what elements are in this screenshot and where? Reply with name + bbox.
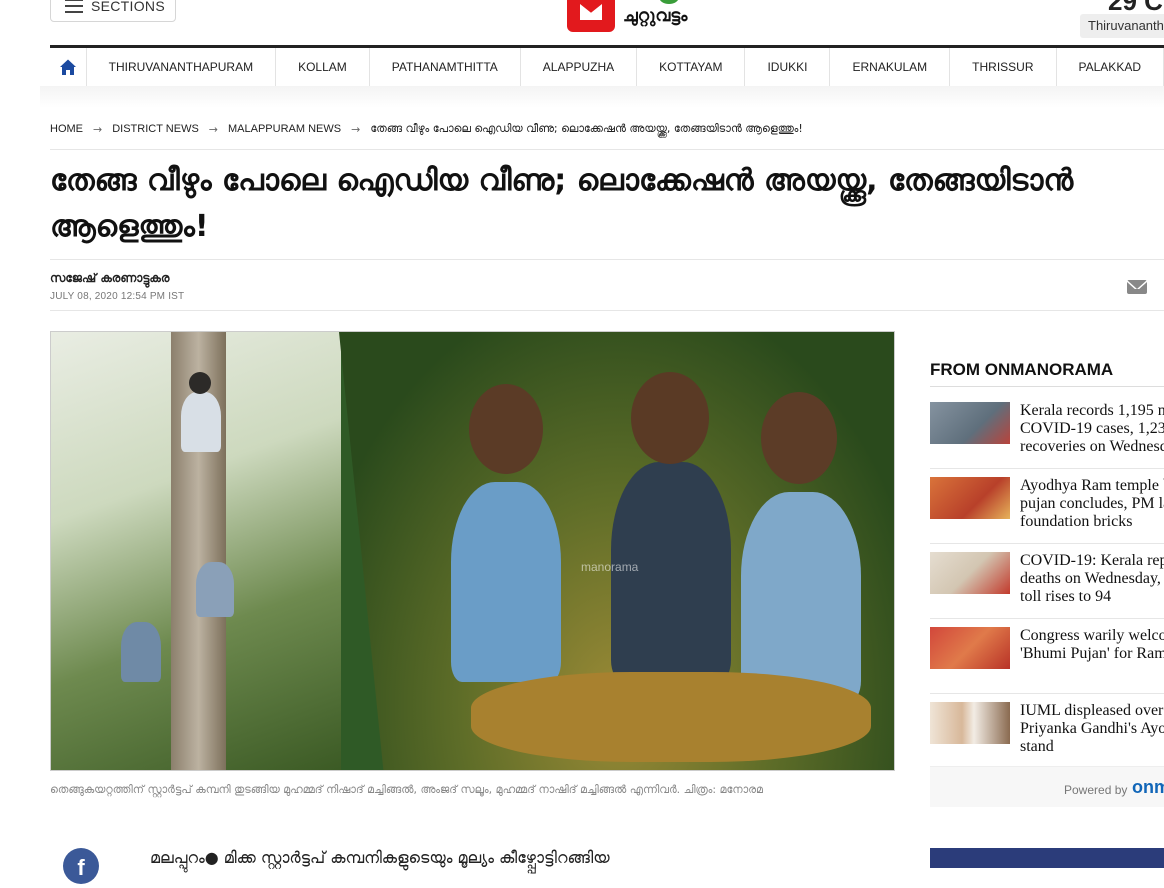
nav-item-alappuzha[interactable]: ALAPPUZHA [521, 48, 638, 86]
nav-item-idukki[interactable]: IDUKKI [745, 48, 831, 86]
story-headline[interactable]: Kerala records 1,195 new COVID-19 cases,… [1020, 402, 1164, 456]
breadcrumb-current: തേങ്ങ വീഴും പോലെ ഐഡിയ വീണു; ലൊക്കേഷൻ അയയ… [370, 122, 803, 135]
author-name[interactable]: സജേഷ് കരണാട്ടുകര [50, 271, 169, 286]
divider [930, 386, 1164, 387]
district-nav: THIRUVANANTHAPURAM KOLLAM PATHANAMTHITTA… [50, 45, 1164, 87]
sidebar-story[interactable]: Kerala records 1,195 new COVID-19 cases,… [930, 394, 1164, 469]
divider [50, 259, 1164, 260]
sidebar-title: FROM ONMANORAMA [930, 360, 1114, 379]
coconut-pile [471, 672, 871, 762]
logo-text: ചുറ്റുവട്ടം [623, 6, 688, 26]
climber-figure [181, 392, 221, 452]
mail-icon[interactable] [1127, 280, 1147, 294]
sidebar-story[interactable]: COVID-19: Kerala reports 4 deaths on Wed… [930, 544, 1164, 619]
person-head [761, 392, 837, 484]
powered-by: Powered by onm [930, 766, 1164, 807]
sidebar-list: Kerala records 1,195 new COVID-19 cases,… [930, 394, 1164, 769]
divider [50, 310, 1164, 311]
story-headline[interactable]: Ayodhya Ram temple bhoomi pujan conclude… [1020, 477, 1164, 531]
climber-head [189, 372, 211, 394]
climber-figure [196, 562, 234, 617]
article-image[interactable]: manorama [50, 331, 895, 771]
headline-line-2: ആളെത്തും! [50, 209, 209, 244]
breadcrumb-district-news[interactable]: DISTRICT NEWS [112, 123, 199, 135]
headline-line-1: തേങ്ങ വീഴും പോലെ ഐഡിയ വീണു; ലൊക്കേഷൻ അയയ… [50, 163, 1074, 198]
nav-item-ernakulam[interactable]: ERNAKULAM [830, 48, 951, 86]
sidebar-ad-banner[interactable] [930, 848, 1164, 868]
story-thumbnail[interactable] [930, 477, 1010, 519]
tree-icon [659, 0, 679, 4]
climber-figure [121, 622, 161, 682]
story-headline[interactable]: Congress warily welcomes 'Bhumi Pujan' f… [1020, 627, 1164, 663]
breadcrumb-malappuram-news[interactable]: MALAPPURAM NEWS [228, 123, 341, 135]
powered-by-label: Powered by [1064, 783, 1128, 797]
nav-item-kottayam[interactable]: KOTTAYAM [637, 48, 746, 86]
story-thumbnail[interactable] [930, 627, 1010, 669]
city-selector[interactable]: Thiruvanantha [1080, 14, 1164, 38]
sidebar-story[interactable]: Congress warily welcomes 'Bhumi Pujan' f… [930, 619, 1164, 694]
story-headline[interactable]: IUML displeased over Priyanka Gandhi's A… [1020, 702, 1164, 756]
facebook-share-icon[interactable]: f [63, 848, 99, 884]
story-thumbnail[interactable] [930, 552, 1010, 594]
sidebar-story[interactable]: IUML displeased over Priyanka Gandhi's A… [930, 694, 1164, 769]
nav-item-pathanamthitta[interactable]: PATHANAMTHITTA [370, 48, 521, 86]
nav-item-thiruvananthapuram[interactable]: THIRUVANANTHAPURAM [87, 48, 277, 86]
page-title: തേങ്ങ വീഴും പോലെ ഐഡിയ വീണു; ലൊക്കേഷൻ അയയ… [50, 158, 1164, 250]
site-logo[interactable]: ചുറ്റുവട്ടം [567, 0, 687, 32]
arrow-right-icon: → [351, 122, 361, 136]
person-figure [451, 482, 561, 682]
story-thumbnail[interactable] [930, 402, 1010, 444]
divider [50, 149, 1164, 150]
person-head [631, 372, 709, 464]
arrow-right-icon: → [93, 122, 103, 136]
sidebar-story[interactable]: Ayodhya Ram temple bhoomi pujan conclude… [930, 469, 1164, 544]
sections-label: SECTIONS [91, 0, 165, 14]
publish-date: JULY 08, 2020 12:54 PM IST [50, 291, 185, 302]
arrow-right-icon: → [208, 122, 219, 136]
person-head [469, 384, 543, 474]
nav-item-kollam[interactable]: KOLLAM [276, 48, 370, 86]
image-caption: തെങ്ങുകയറ്റത്തിന് സ്റ്റാർട്ടപ് കമ്പനി തു… [50, 783, 763, 796]
person-figure [741, 492, 861, 702]
image-watermark: manorama [581, 560, 639, 574]
onmanorama-logo[interactable]: onm [1132, 777, 1164, 798]
sections-button[interactable]: SECTIONS [50, 0, 176, 22]
story-headline[interactable]: COVID-19: Kerala reports 4 deaths on Wed… [1020, 552, 1164, 606]
breadcrumb: HOME → DISTRICT NEWS → MALAPPURAM NEWS →… [50, 122, 803, 136]
breadcrumb-home[interactable]: HOME [50, 123, 83, 135]
article-lead: മലപ്പുറം● മിക്ക സ്റ്റാർട്ടപ് കമ്പനികളുടെ… [150, 848, 610, 867]
nav-home[interactable] [50, 48, 87, 86]
nav-item-thrissur[interactable]: THRISSUR [950, 48, 1057, 86]
nav-shadow [40, 86, 1164, 108]
menu-icon [65, 0, 83, 13]
manorama-logo-icon [567, 0, 615, 32]
nav-item-palakkad[interactable]: PALAKKAD [1057, 48, 1164, 86]
home-icon [59, 59, 76, 75]
story-thumbnail[interactable] [930, 702, 1010, 744]
